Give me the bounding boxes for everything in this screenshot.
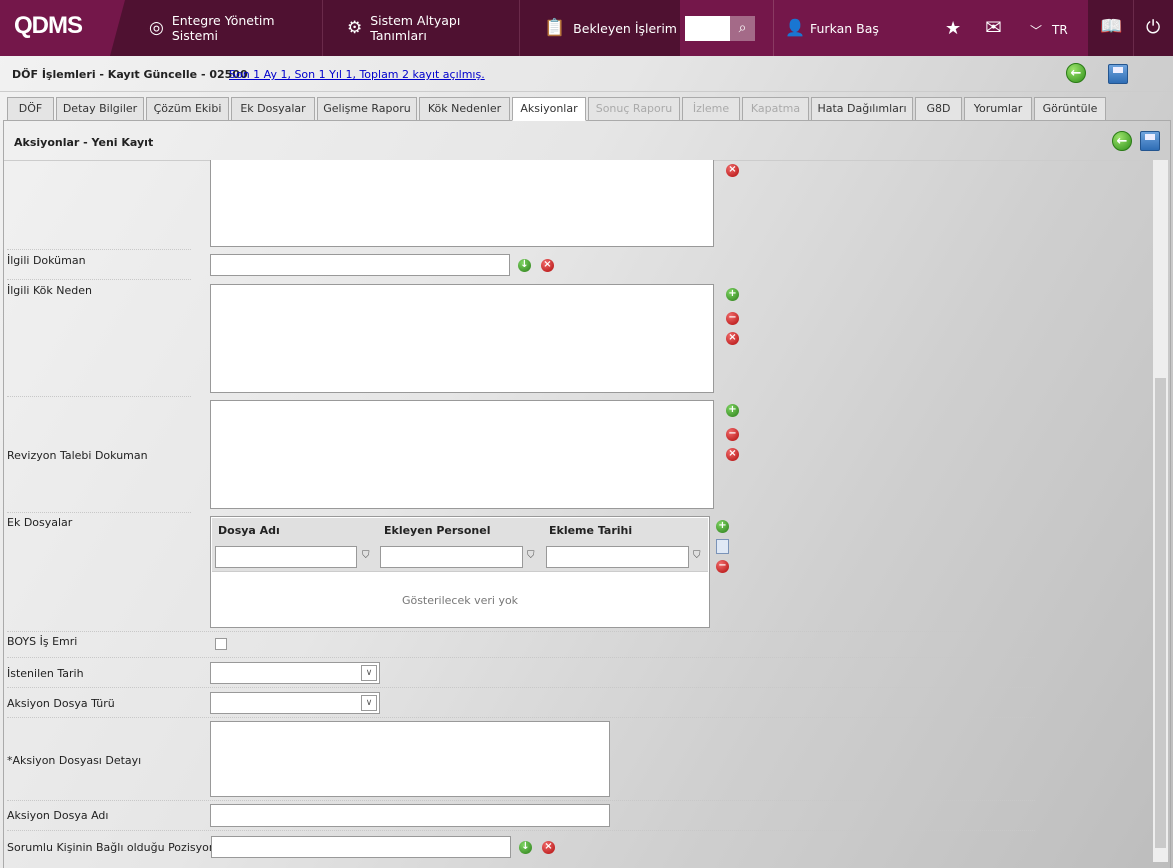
clear-icon[interactable]: × xyxy=(726,332,739,345)
column-dosya-adi[interactable]: Dosya Adı xyxy=(218,524,280,537)
download-icon[interactable]: ↓ xyxy=(519,841,532,854)
grid-empty-message: Gösterilecek veri yok xyxy=(401,594,519,607)
clear-icon[interactable]: × xyxy=(726,164,739,177)
gear-icon: ⚙ xyxy=(347,18,363,38)
nav-sistem-altyapi[interactable]: ⚙ Sistem Altyapı Tanımları xyxy=(323,0,520,56)
chevron-down-icon[interactable]: ﹀ xyxy=(1030,22,1042,39)
label-ilgili-kok-neden: İlgili Kök Neden xyxy=(7,284,92,297)
remove-icon[interactable]: − xyxy=(716,560,729,573)
manual-book-icon[interactable]: 📖 xyxy=(1100,16,1122,37)
divider xyxy=(7,396,191,397)
ilgili-dokuman-input[interactable] xyxy=(210,254,510,276)
tab-detay-bilgiler[interactable]: Detay Bilgiler xyxy=(56,97,144,121)
tab-goruntule[interactable]: Görüntüle xyxy=(1034,97,1106,121)
filter-dosya-adi[interactable] xyxy=(215,546,357,568)
tab-dof[interactable]: DÖF xyxy=(7,97,54,121)
filter-ekleme-tarihi[interactable] xyxy=(546,546,689,568)
chevron-down-icon[interactable]: ∨ xyxy=(361,665,377,681)
label-ek-dosyalar: Ek Dosyalar xyxy=(7,516,73,529)
label-revizyon: Revizyon Talebi Dokuman xyxy=(7,449,148,462)
remove-icon[interactable]: − xyxy=(726,428,739,441)
ilgili-kok-neden-list[interactable] xyxy=(210,284,714,393)
page-title: DÖF İşlemleri - Kayıt Güncelle - 02500 xyxy=(12,68,248,81)
document-icon[interactable] xyxy=(716,539,729,554)
user-name[interactable]: Furkan Baş xyxy=(810,21,879,36)
divider xyxy=(7,249,191,250)
tab-hata-dagilimlari[interactable]: Hata Dağılımları xyxy=(811,97,913,121)
record-count-link[interactable]: Son 1 Ay 1, Son 1 Yıl 1, Toplam 2 kayıt … xyxy=(229,68,485,81)
pozisyon-input[interactable] xyxy=(211,836,511,858)
divider xyxy=(1133,0,1134,56)
chevron-down-icon[interactable]: ∨ xyxy=(361,695,377,711)
label-pozisyon: Sorumlu Kişinin Bağlı olduğu Pozisyon xyxy=(7,841,216,854)
clear-icon[interactable]: × xyxy=(726,448,739,461)
nav-bekleyen-islerim[interactable]: 📋 Bekleyen İşlerim xyxy=(520,0,680,56)
divider xyxy=(7,657,1035,658)
tab-gelisme-raporu[interactable]: Gelişme Raporu xyxy=(317,97,417,121)
add-icon[interactable]: + xyxy=(726,288,739,301)
revizyon-list[interactable] xyxy=(210,400,714,509)
remove-icon[interactable]: − xyxy=(726,312,739,325)
panel-title: Aksiyonlar - Yeni Kayıt xyxy=(14,136,154,149)
save-icon[interactable] xyxy=(1108,64,1128,84)
mail-icon[interactable]: ✉ xyxy=(985,15,1002,39)
filter-icon[interactable]: ⛉ xyxy=(362,550,370,561)
add-icon[interactable]: + xyxy=(726,404,739,417)
textarea-previous[interactable] xyxy=(210,160,714,247)
tab-ek-dosyalar[interactable]: Ek Dosyalar xyxy=(231,97,315,121)
divider xyxy=(7,687,1035,688)
back-icon[interactable]: ← xyxy=(1112,131,1132,151)
q-icon: ◎ xyxy=(149,18,164,38)
divider xyxy=(7,717,1035,718)
label-boys: BOYS İş Emri xyxy=(7,635,78,648)
column-ekleme-tarihi[interactable]: Ekleme Tarihi xyxy=(549,524,632,537)
language-selector[interactable]: TR xyxy=(1052,23,1068,37)
save-icon[interactable] xyxy=(1140,131,1160,151)
back-icon[interactable]: ← xyxy=(1066,63,1086,83)
scrollbar-thumb[interactable] xyxy=(1155,378,1166,848)
filter-icon[interactable]: ⛉ xyxy=(527,550,535,561)
label-ilgili-dokuman: İlgili Doküman xyxy=(7,254,86,267)
dosya-turu-select[interactable]: ∨ xyxy=(210,692,380,714)
istenilen-tarih-select[interactable]: ∨ xyxy=(210,662,380,684)
boys-checkbox[interactable] xyxy=(215,638,227,650)
power-icon[interactable]: ⏻ xyxy=(1146,17,1160,38)
divider xyxy=(7,631,1035,632)
search-icon[interactable]: ⌕ xyxy=(730,16,755,41)
filter-icon[interactable]: ⛉ xyxy=(693,550,701,561)
star-icon[interactable]: ★ xyxy=(945,18,961,39)
label-dosya-adi: Aksiyon Dosya Adı xyxy=(7,809,109,822)
search-input[interactable] xyxy=(685,16,730,41)
divider xyxy=(7,830,1035,831)
dosya-adi-input[interactable] xyxy=(210,804,610,827)
label-istenilen-tarih: İstenilen Tarih xyxy=(7,667,84,680)
clear-icon[interactable]: × xyxy=(541,259,554,272)
clear-icon[interactable]: × xyxy=(542,841,555,854)
filter-ekleyen-personel[interactable] xyxy=(380,546,523,568)
tab-kok-nedenler[interactable]: Kök Nedenler xyxy=(419,97,510,121)
qdms-logo[interactable]: QDMS xyxy=(0,0,125,56)
user-icon: 👤 xyxy=(785,18,805,37)
nav-entegre-yonetim[interactable]: ◎ Entegre Yönetim Sistemi xyxy=(125,0,323,56)
tab-cozum-ekibi[interactable]: Çözüm Ekibi xyxy=(146,97,229,121)
tab-g8d[interactable]: G8D xyxy=(915,97,962,121)
tab-kapatma: Kapatma xyxy=(742,97,809,121)
tab-aksiyonlar[interactable]: Aksiyonlar xyxy=(512,97,586,121)
tab-izleme: İzleme xyxy=(682,97,740,121)
divider xyxy=(7,800,1035,801)
label-dosya-turu: Aksiyon Dosya Türü xyxy=(7,697,115,710)
tab-yorumlar[interactable]: Yorumlar xyxy=(964,97,1032,121)
divider xyxy=(7,512,191,513)
add-icon[interactable]: + xyxy=(716,520,729,533)
column-ekleyen-personel[interactable]: Ekleyen Personel xyxy=(384,524,490,537)
tab-sonuc-raporu: Sonuç Raporu xyxy=(588,97,680,121)
clipboard-icon: 📋 xyxy=(544,18,566,38)
dosya-detayi-textarea[interactable] xyxy=(210,721,610,797)
label-dosya-detayi: *Aksiyon Dosyası Detayı xyxy=(7,754,142,767)
divider xyxy=(7,279,191,280)
download-icon[interactable]: ↓ xyxy=(518,259,531,272)
